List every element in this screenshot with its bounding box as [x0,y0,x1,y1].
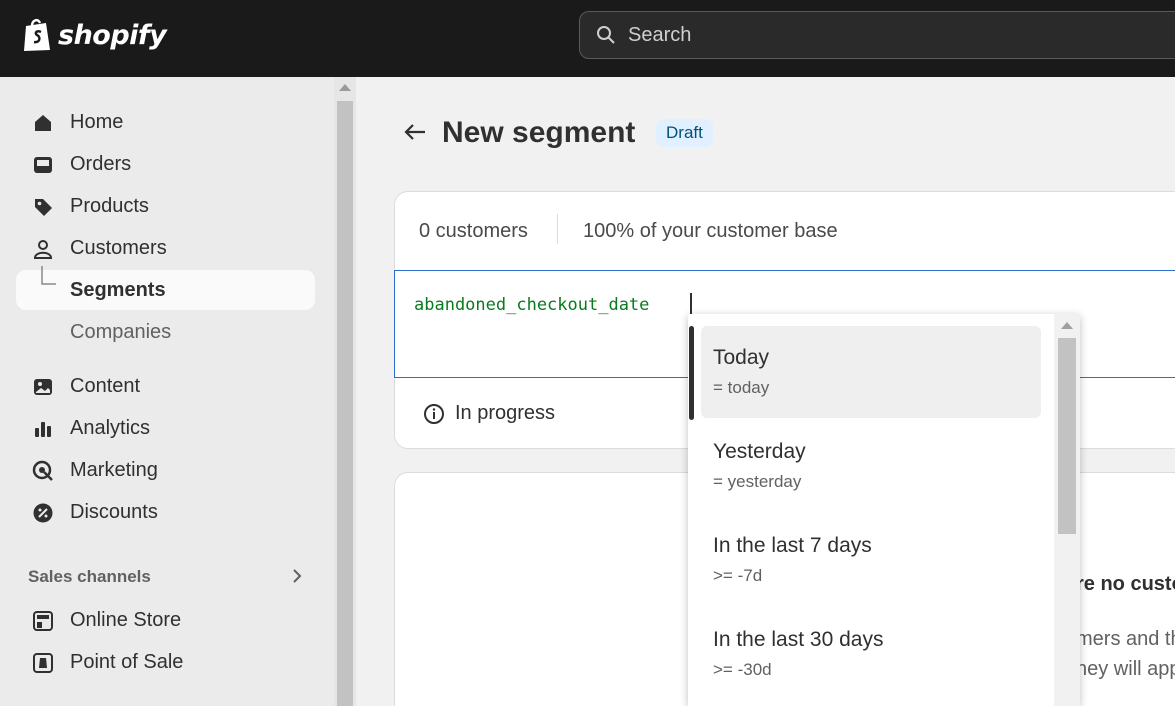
person-icon [33,240,53,259]
option-title: In the last 7 days [713,534,872,557]
chevron-right-icon[interactable] [290,567,304,585]
sidebar-item-label: Orders [70,152,132,175]
info-icon [424,403,444,424]
shopify-bag-icon [24,18,50,51]
sidebar-item-analytics[interactable]: Analytics [16,408,315,448]
sidebar-item-companies[interactable]: Companies [16,312,315,352]
empty-state-line: hey will app [1076,658,1175,680]
sidebar-item-discounts[interactable]: Discounts [16,492,315,532]
empty-state-line: mers and th [1076,628,1175,650]
option-value: = today [713,378,770,397]
dropdown-option-last-7-days[interactable]: In the last 7 days >= -7d [701,514,1041,606]
search-bar[interactable]: Search [579,11,1175,59]
scrollbar-thumb[interactable] [1058,338,1076,534]
sidebar-item-products[interactable]: Products [16,186,315,226]
back-arrow-icon[interactable] [402,121,428,143]
store-icon [33,611,53,631]
search-icon [597,26,615,44]
target-icon [32,460,53,481]
sidebar-item-label: Home [70,110,124,133]
autocomplete-dropdown: Today = today Yesterday = yesterday In t… [688,314,1080,706]
brand-name: shopify [58,19,167,51]
discount-icon [33,503,53,523]
sidebar-item-label: Segments [70,278,166,301]
pos-icon [33,653,53,673]
sidebar-item-label: Marketing [70,458,158,481]
sales-channels-header[interactable]: Sales channels [28,567,308,587]
top-bar: shopify Search [0,0,1175,77]
sidebar-item-label: Discounts [70,500,158,523]
query-text[interactable]: abandoned_checkout_date [414,295,649,315]
sidebar-item-label: Companies [70,320,172,343]
sidebar-item-segments[interactable]: Segments [16,266,315,310]
sidebar-item-label: Content [70,374,141,397]
tag-icon [35,199,52,216]
focus-indicator [689,326,694,420]
sidebar-item-label: Point of Sale [70,650,184,673]
sidebar-item-label: Products [70,194,149,217]
sidebar-item-online-store[interactable]: Online Store [16,600,315,640]
customer-base-percent: 100% of your customer base [583,220,838,242]
dropdown-option-today[interactable]: Today = today [701,326,1041,418]
option-value: = yesterday [713,472,802,491]
option-value: >= -30d [713,660,772,679]
sidebar-item-label: Analytics [70,416,151,439]
bar-chart-icon [35,422,51,437]
option-value: >= -7d [713,566,763,585]
shopify-logo[interactable]: shopify [22,17,167,53]
option-title: In the last 30 days [713,628,884,651]
sidebar-item-customers[interactable]: Customers [16,228,315,268]
image-icon [34,379,52,395]
dropdown-scrollbar[interactable] [1054,314,1080,706]
sidebar-item-point-of-sale[interactable]: Point of Sale [16,642,315,682]
divider [557,214,558,244]
sidebar-item-label: Online Store [70,608,182,631]
home-icon [35,115,51,131]
sidebar-item-home[interactable]: Home [16,102,315,142]
empty-state-title: re no custo [1076,573,1175,595]
status-text: In progress [455,402,556,424]
search-input[interactable]: Search [628,24,691,47]
status-badge: Draft [656,119,713,147]
page-title: New segment [442,116,636,149]
scroll-up-arrow-icon[interactable] [1061,322,1073,329]
option-title: Yesterday [713,440,806,463]
customer-count: 0 customers [419,220,528,242]
inbox-icon [34,157,52,173]
dropdown-option-last-30-days[interactable]: In the last 30 days >= -30d [701,608,1041,700]
sidebar-item-content[interactable]: Content [16,366,315,406]
sidebar-item-orders[interactable]: Orders [16,144,315,184]
sidebar: Home Orders Products Customers Segments … [0,77,334,706]
scrollbar-thumb[interactable] [337,101,353,706]
option-title: Today [713,346,770,369]
status-row: In progress [423,402,555,425]
sidebar-item-marketing[interactable]: Marketing [16,450,315,490]
scroll-up-arrow-icon[interactable] [339,84,351,91]
sidebar-item-label: Customers [70,236,167,259]
dropdown-option-yesterday[interactable]: Yesterday = yesterday [701,420,1041,512]
sub-branch-icon [41,266,56,285]
sidebar-scrollbar[interactable] [334,77,356,706]
